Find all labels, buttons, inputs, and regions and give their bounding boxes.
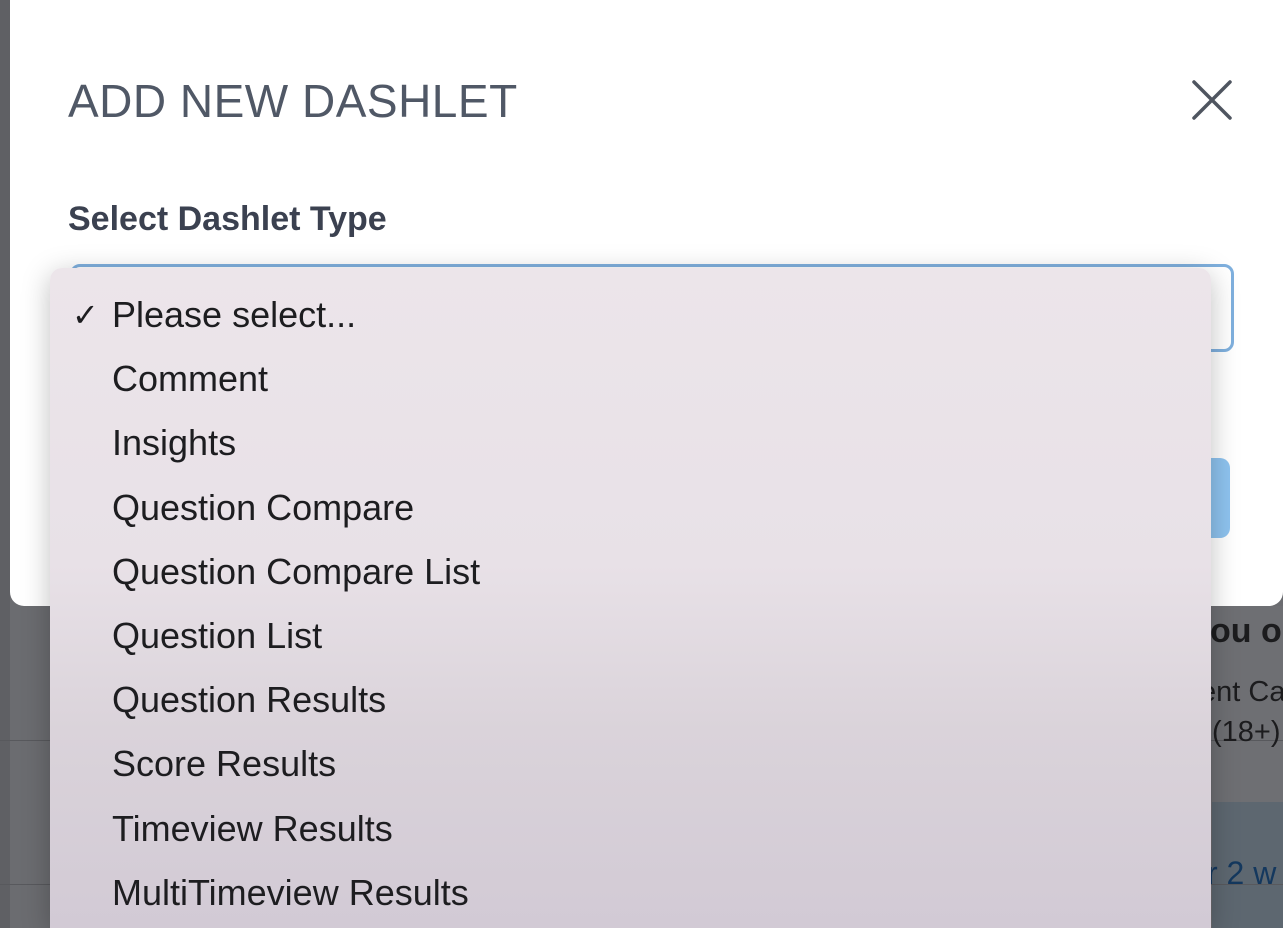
dropdown-option[interactable]: Timeview Results [50,798,1211,862]
dropdown-option-label: MultiTimeview Results [112,871,469,913]
background-text: (18+) [1212,716,1281,748]
dropdown-option[interactable]: Question Results [50,669,1211,733]
dropdown-option-label: Question Compare [112,486,415,528]
close-icon [1192,80,1232,120]
dashlet-type-dropdown: ✓ Please select... Comment Insights Question… [50,268,1211,928]
background-text: ent Ca [1200,676,1283,708]
dropdown-option-label: Please select... [112,294,357,335]
dropdown-option[interactable]: Comment [50,348,1211,412]
dropdown-option[interactable]: ✓ Please select... [50,284,1211,348]
background-heading: ou o [1210,612,1282,650]
dropdown-option[interactable]: MultiTimeview Results [50,862,1211,926]
dropdown-option[interactable]: Score Results [50,733,1211,797]
dropdown-option-label: Comment [112,358,269,400]
checkmark-icon: ✓ [72,297,99,333]
dropdown-option-label: Score Results [112,743,337,785]
background-left-strip [0,0,10,928]
dashlet-type-label: Select Dashlet Type [68,200,387,238]
dropdown-option-label: Timeview Results [112,807,393,849]
dropdown-option-label: Question Results [112,679,387,721]
dropdown-option[interactable]: Question Compare List [50,541,1211,605]
dropdown-option-label: Question List [112,615,323,656]
dropdown-option-label: Question Compare List [112,550,481,592]
dropdown-option[interactable]: Question List [50,605,1211,669]
close-button[interactable] [1190,78,1234,122]
dropdown-option-label: Insights [112,422,237,464]
dropdown-option[interactable]: Question Compare [50,477,1211,541]
dropdown-option[interactable]: Insights [50,412,1211,476]
background-link[interactable]: r 2 w [1207,855,1276,892]
modal-title: ADD NEW DASHLET [68,75,518,127]
